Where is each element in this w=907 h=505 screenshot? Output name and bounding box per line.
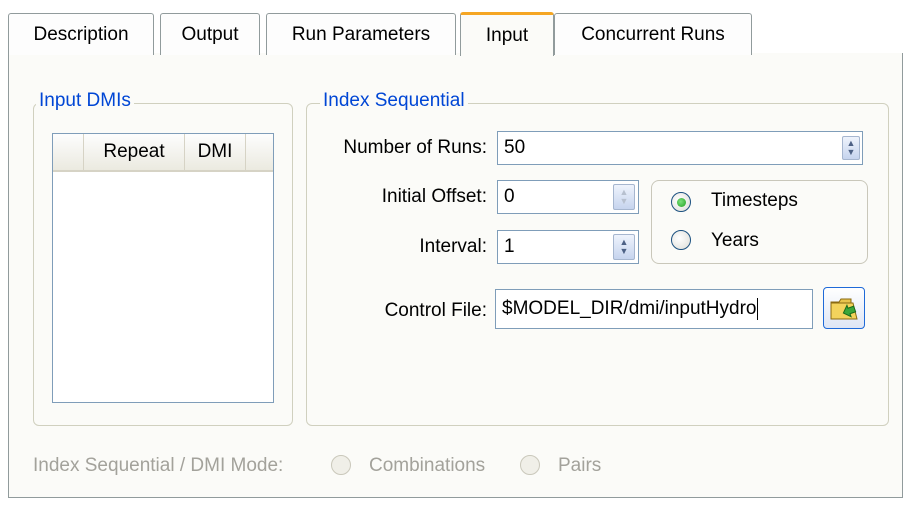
timesteps-label[interactable]: Timesteps — [711, 190, 798, 212]
tab-label: Description — [33, 23, 129, 45]
combinations-label[interactable]: Combinations — [369, 455, 485, 477]
control-file-input[interactable]: $MODEL_DIR/dmi/inputHydro — [495, 289, 813, 329]
interval-spinner[interactable]: ▲ ▼ — [613, 234, 635, 260]
pairs-radio[interactable] — [520, 455, 540, 475]
number-of-runs-value: 50 — [504, 137, 526, 158]
spin-down-icon: ▼ — [619, 246, 629, 256]
control-file-value: $MODEL_DIR/dmi/inputHydro — [502, 298, 757, 319]
years-label[interactable]: Years — [711, 230, 759, 252]
mode-label: Index Sequential / DMI Mode: — [33, 455, 284, 476]
tab-input[interactable]: Input — [460, 12, 554, 56]
tab-label: Input — [485, 24, 529, 46]
tab-label: Concurrent Runs — [581, 23, 725, 45]
input-dmis-list[interactable]: Repeat DMI — [52, 133, 274, 403]
initial-offset-label: Initial Offset: — [381, 186, 487, 207]
column-header-repeat[interactable]: Repeat — [84, 134, 185, 170]
spin-down-icon: ▼ — [619, 196, 629, 206]
tab-label: Output — [181, 23, 239, 45]
tab-description[interactable]: Description — [8, 13, 154, 55]
combinations-radio[interactable] — [331, 455, 351, 475]
timesteps-radio[interactable] — [671, 192, 691, 212]
tab-concurrent-runs[interactable]: Concurrent Runs — [554, 13, 752, 55]
spin-down-icon: ▼ — [846, 147, 856, 157]
text-cursor — [757, 298, 759, 320]
list-header: Repeat DMI — [53, 134, 273, 172]
list-header-spacer — [53, 134, 84, 170]
years-radio[interactable] — [671, 230, 691, 250]
tab-label: Run Parameters — [291, 23, 431, 45]
number-of-runs-input[interactable]: 50 — [497, 131, 863, 165]
browse-folder-button[interactable] — [823, 287, 865, 329]
initial-offset-value: 0 — [504, 186, 515, 207]
number-of-runs-spinner[interactable]: ▲ ▼ — [842, 136, 860, 160]
tab-output[interactable]: Output — [160, 13, 260, 55]
input-dmis-title: Input DMIs — [36, 90, 134, 112]
control-file-label: Control File: — [384, 300, 487, 321]
column-header-dmi[interactable]: DMI — [185, 134, 246, 170]
number-of-runs-label: Number of Runs: — [343, 137, 487, 158]
initial-offset-spinner[interactable]: ▲ ▼ — [613, 184, 635, 210]
tab-run-parameters[interactable]: Run Parameters — [266, 13, 456, 55]
index-sequential-title: Index Sequential — [320, 90, 468, 112]
interval-value: 1 — [504, 236, 515, 257]
pairs-label[interactable]: Pairs — [558, 455, 601, 477]
interval-label: Interval: — [419, 236, 487, 257]
open-folder-icon — [830, 298, 858, 320]
radio-selected-dot — [676, 197, 686, 207]
